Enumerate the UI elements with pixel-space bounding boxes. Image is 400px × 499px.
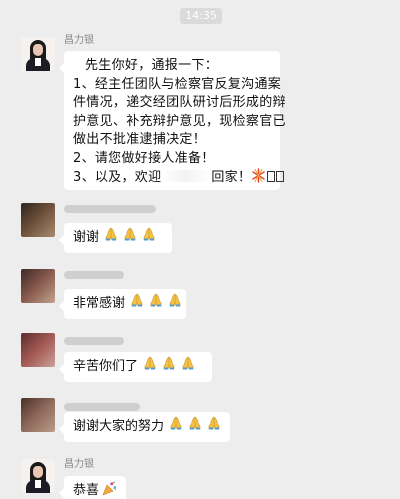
folded-hands-icon [168, 415, 184, 431]
message-line: 先生你好，通报一下： [85, 58, 219, 73]
folded-hands-icon [161, 355, 177, 371]
message-line-suffix: 回家！ [211, 170, 252, 185]
folded-hands-icon [180, 355, 196, 371]
message-line: 件情况，递交经团队研讨后形成的辩 [73, 95, 286, 110]
message-line: 2、请您做好接人准备！ [73, 150, 215, 166]
message-text: 恭喜 [73, 483, 100, 498]
blurred-sender-name [64, 271, 124, 279]
message-line: 3、以及，欢迎 回家！ [73, 168, 285, 188]
folded-hands-icon [129, 292, 145, 308]
user-avatar[interactable] [21, 269, 55, 303]
emoji-group [142, 355, 199, 385]
user-avatar[interactable] [21, 203, 55, 237]
unsupported-glyph [276, 171, 285, 182]
emoji-group [103, 226, 160, 256]
message-bubble-announcement[interactable]: 先生你好，通报一下： 1、经主任团队与检察官反复沟通案 件情况，递交经团队研讨后… [59, 51, 286, 190]
user-avatar[interactable] [21, 398, 55, 432]
message-text: 谢谢大家的努力 [73, 419, 165, 434]
emoji-group [168, 415, 225, 445]
message-line: 1、经主任团队与检察官反复沟通案 [73, 76, 282, 92]
sender-name: 昌力银 [64, 35, 94, 46]
folded-hands-icon [148, 292, 164, 308]
fireworks-icon [251, 168, 266, 183]
blurred-sender-name [64, 205, 156, 213]
message-text: 谢谢 [73, 230, 100, 245]
folded-hands-icon [167, 292, 183, 308]
message-text: 非常感谢 [73, 296, 126, 311]
folded-hands-icon [206, 415, 222, 431]
blurred-sender-name [64, 403, 140, 411]
message-text: 辛苦你们了 [73, 359, 139, 374]
folded-hands-icon [141, 226, 157, 242]
message-bubble[interactable]: 恭喜 [59, 476, 126, 499]
lawyer-avatar[interactable] [21, 459, 55, 493]
emoji-group [129, 292, 186, 322]
blurred-sender-name [64, 337, 124, 345]
folded-hands-icon [103, 226, 119, 242]
message-timestamp: 14:35 [180, 8, 222, 24]
lawyer-avatar[interactable] [21, 37, 55, 71]
message-line: 做出不批准逮捕决定！ [73, 132, 207, 147]
user-avatar[interactable] [21, 333, 55, 367]
redacted-name [161, 170, 212, 182]
sender-name: 昌力银 [64, 459, 94, 470]
message-line: 护意见、补充辩护意见，现检察官已 [73, 113, 286, 129]
folded-hands-icon [187, 415, 203, 431]
party-popper-icon [102, 481, 117, 496]
message-bubble[interactable]: 谢谢 [59, 223, 172, 256]
message-bubble[interactable]: 非常感谢 [59, 289, 186, 322]
message-bubble[interactable]: 谢谢大家的努力 [59, 412, 230, 445]
message-bubble[interactable]: 辛苦你们了 [59, 352, 212, 385]
folded-hands-icon [122, 226, 138, 242]
chat-window: 14:35 昌力银 先生你好，通报一下： 1、经主任团队与检察官反复沟通案 件情… [0, 0, 400, 499]
message-line-prefix: 3、以及，欢迎 [73, 170, 162, 185]
unsupported-glyph [267, 171, 276, 182]
folded-hands-icon [142, 355, 158, 371]
